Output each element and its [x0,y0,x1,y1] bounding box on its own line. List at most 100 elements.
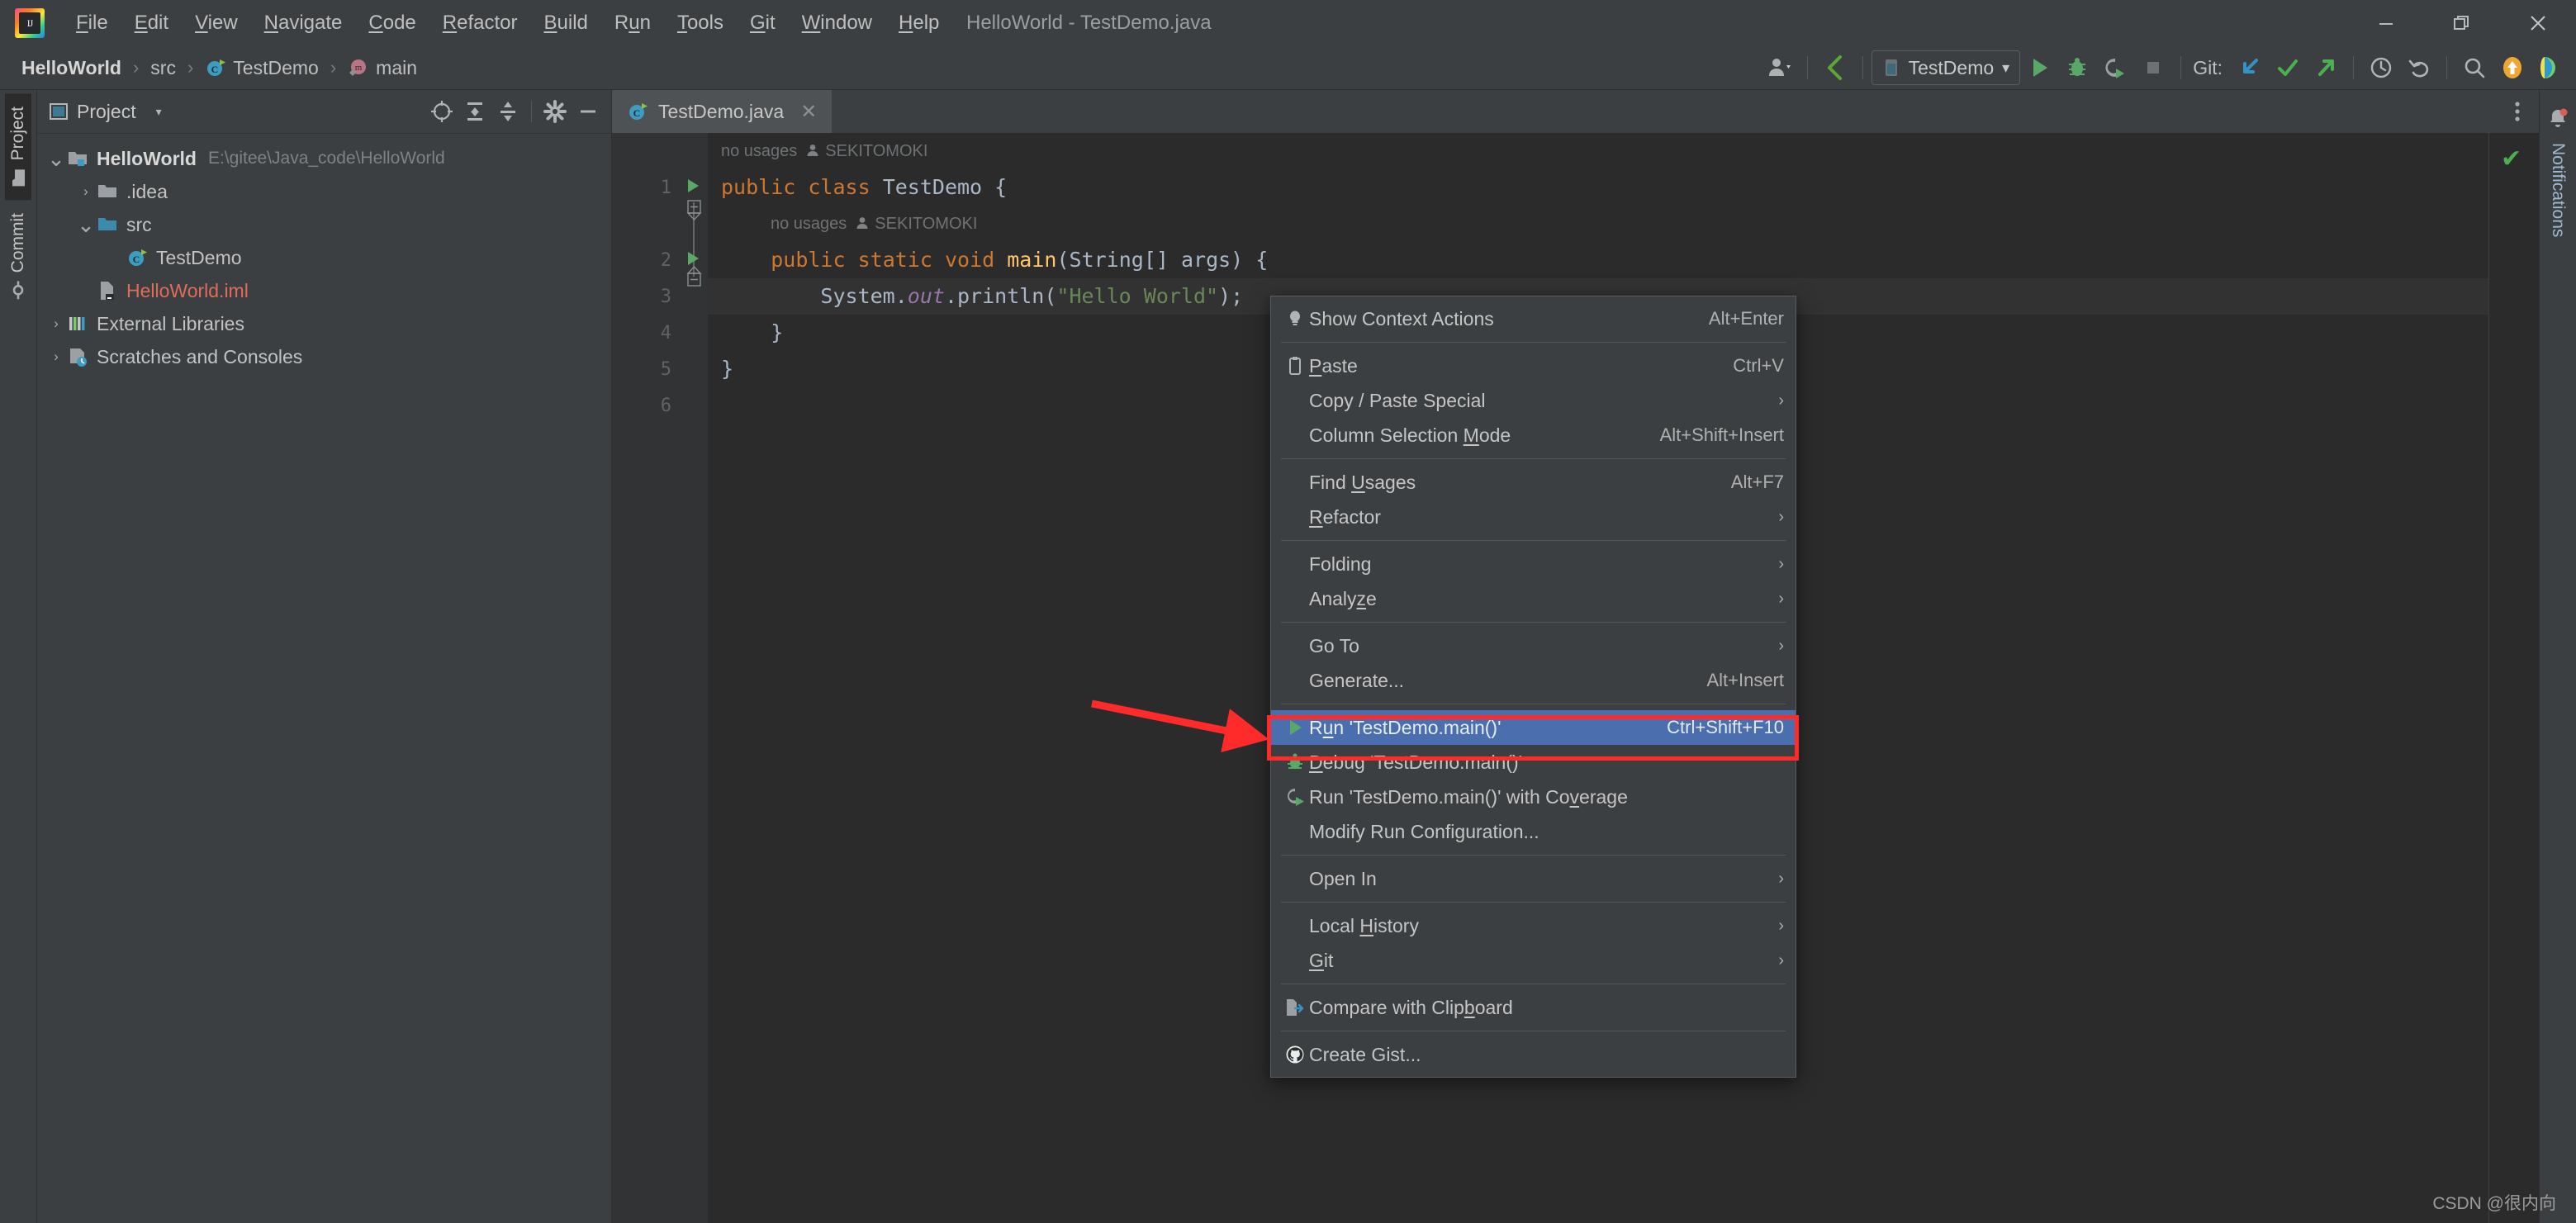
chevron-down-icon[interactable]: ⌄ [45,148,67,169]
menu-run[interactable]: Run [601,7,664,40]
git-update-project-icon[interactable] [2231,49,2269,87]
breadcrumb-item-main[interactable]: m main [341,55,424,82]
crosshair-icon[interactable] [425,95,458,128]
editor-markup-bar[interactable]: ✔ [2488,133,2539,1223]
chevron-down-icon[interactable]: ▾ [156,105,162,119]
ai-assistant-icon[interactable] [2531,49,2569,87]
tree-node-helloworld[interactable]: ⌄ HelloWorld E:\gitee\Java_code\HelloWorld [37,142,611,175]
sidebar-item-commit[interactable]: Commit [5,200,31,312]
gutter-run-icon[interactable] [683,177,701,199]
context-menu-item-compare-with-clipboard[interactable]: Compare with Clipboard [1271,990,1796,1025]
tree-node-label: HelloWorld.iml [126,279,249,301]
inlay-author-label[interactable]: SEKITOMOKI [825,133,927,169]
context-menu-item-local-history[interactable]: Local History › [1271,908,1796,943]
context-menu-item-copy-paste-special[interactable]: Copy / Paste Special › [1271,383,1796,418]
menu-refactor[interactable]: Refactor [429,7,531,40]
context-menu-item-label: Copy / Paste Special [1309,389,1486,411]
menu-edit[interactable]: Edit [121,7,182,40]
context-menu-item-git[interactable]: Git › [1271,943,1796,978]
run-with-coverage-button[interactable] [2096,49,2134,87]
context-menu-item-open-in[interactable]: Open In › [1271,861,1796,896]
expand-all-icon[interactable] [458,95,491,128]
close-icon[interactable]: ✕ [800,100,817,124]
code-token: public [771,248,846,272]
context-menu-item-paste[interactable]: Paste Ctrl+V [1271,348,1796,383]
minimize-button[interactable] [2348,0,2424,46]
context-menu-item-analyze[interactable]: Analyze › [1271,581,1796,616]
undo-icon[interactable] [2400,49,2438,87]
inlay-author-label[interactable]: SEKITOMOKI [875,206,977,242]
breadcrumb-item-testdemo[interactable]: C TestDemo [198,55,325,82]
git-push-icon[interactable] [2307,49,2345,87]
context-menu-item-create-gist[interactable]: Create Gist... [1271,1037,1796,1072]
menu-git[interactable]: Git [737,7,789,40]
run-button[interactable] [2020,49,2058,87]
chevron-right-icon[interactable]: › [45,315,67,332]
inlay-hint-row: no usages SEKITOMOKI [721,206,2488,242]
chevron-right-icon[interactable]: › [45,348,67,365]
sidebar-item-label: Commit [8,213,27,273]
inlay-usages-label[interactable]: no usages [721,133,797,169]
gear-icon[interactable] [538,95,572,128]
code-line[interactable]: public static void main(String[] args) { [721,242,2488,278]
context-menu-item-folding[interactable]: Folding › [1271,547,1796,581]
context-menu-item-show-context-actions[interactable]: Show Context Actions Alt+Enter [1271,301,1796,336]
run-configuration-selector[interactable]: TestDemo ▾ [1871,50,2021,85]
menu-view[interactable]: View [182,7,251,40]
close-button[interactable] [2500,0,2576,46]
editor-options-icon[interactable] [2496,90,2539,133]
gutter-run-icon[interactable] [683,249,701,272]
context-menu-item-find-usages[interactable]: Find Usages Alt+F7 [1271,465,1796,500]
context-menu-item-modify-run-configuration[interactable]: Modify Run Configuration... [1271,814,1796,849]
breadcrumb-item-src[interactable]: src [144,55,183,82]
git-commit-icon[interactable] [2269,49,2307,87]
sidebar-item-notifications[interactable]: Notifications [2543,98,2573,245]
collapse-all-icon[interactable] [491,95,524,128]
menu-build[interactable]: Build [531,7,601,40]
line-number: 5 [660,358,671,380]
tree-node-external-libraries[interactable]: › External Libraries [37,307,611,340]
history-clock-icon[interactable] [2362,49,2400,87]
maximize-restore-button[interactable] [2424,0,2500,46]
editor-tab-testdemo[interactable]: C TestDemo.java ✕ [612,90,833,133]
context-menu-item-generate[interactable]: Generate... Alt+Insert [1271,663,1796,698]
menu-file[interactable]: File [63,7,121,40]
chevron-down-icon[interactable]: ⌄ [75,214,97,235]
context-menu-item-column-selection-mode[interactable]: Column Selection Mode Alt+Shift+Insert [1271,418,1796,453]
menu-help[interactable]: Help [885,7,952,40]
tree-node-helloworld-iml[interactable]: ›HelloWorld.iml [37,274,611,307]
sidebar-item-project[interactable]: Project [5,93,31,201]
menu-window[interactable]: Window [789,7,885,40]
stop-button[interactable] [2134,49,2172,87]
chevron-right-icon[interactable]: › [75,183,97,200]
debug-button[interactable] [2058,49,2096,87]
editor-fold-column[interactable] [680,133,708,1223]
code-token: out [907,284,945,308]
code-line[interactable]: public class TestDemo { [721,169,2488,206]
breadcrumb-item-helloworld[interactable]: HelloWorld [15,55,128,82]
back-arrow-icon[interactable] [1816,49,1854,87]
inlay-usages-label[interactable]: no usages [771,206,847,242]
context-menu-item-label: Compare with Clipboard [1309,996,1513,1018]
tree-node-src[interactable]: ⌄ src [37,208,611,241]
menu-tools[interactable]: Tools [664,7,737,40]
context-menu-item-run-testdemo-main-with-coverage[interactable]: Run 'TestDemo.main()' with Coverage [1271,780,1796,814]
tree-node-scratches-and-consoles[interactable]: › Scratches and Consoles [37,340,611,373]
tree-node-testdemo[interactable]: ›CTestDemo [37,241,611,274]
class-icon: C [629,103,648,120]
project-panel-title-group[interactable]: Project ▾ [49,101,162,123]
editor-gutter[interactable]: 1 2 3 4 5 6 [612,133,699,1223]
context-menu-item-shortcut: Alt+Enter [1708,308,1784,329]
context-menu-item-debug-testdemo-main[interactable]: Debug 'TestDemo.main()' [1271,745,1796,780]
menu-code[interactable]: Code [355,7,429,40]
menu-navigate[interactable]: Navigate [251,7,356,40]
search-icon[interactable] [2455,49,2493,87]
hide-panel-icon[interactable] [572,95,605,128]
tree-node--idea[interactable]: › .idea [37,175,611,208]
context-menu-item-run-testdemo-main[interactable]: Run 'TestDemo.main()' Ctrl+Shift+F10 [1271,710,1796,745]
user-account-icon[interactable] [1761,49,1799,87]
context-menu-item-go-to[interactable]: Go To › [1271,628,1796,663]
line-number: 3 [660,286,671,307]
context-menu-item-refactor[interactable]: Refactor › [1271,500,1796,534]
ide-update-icon[interactable] [2493,49,2531,87]
